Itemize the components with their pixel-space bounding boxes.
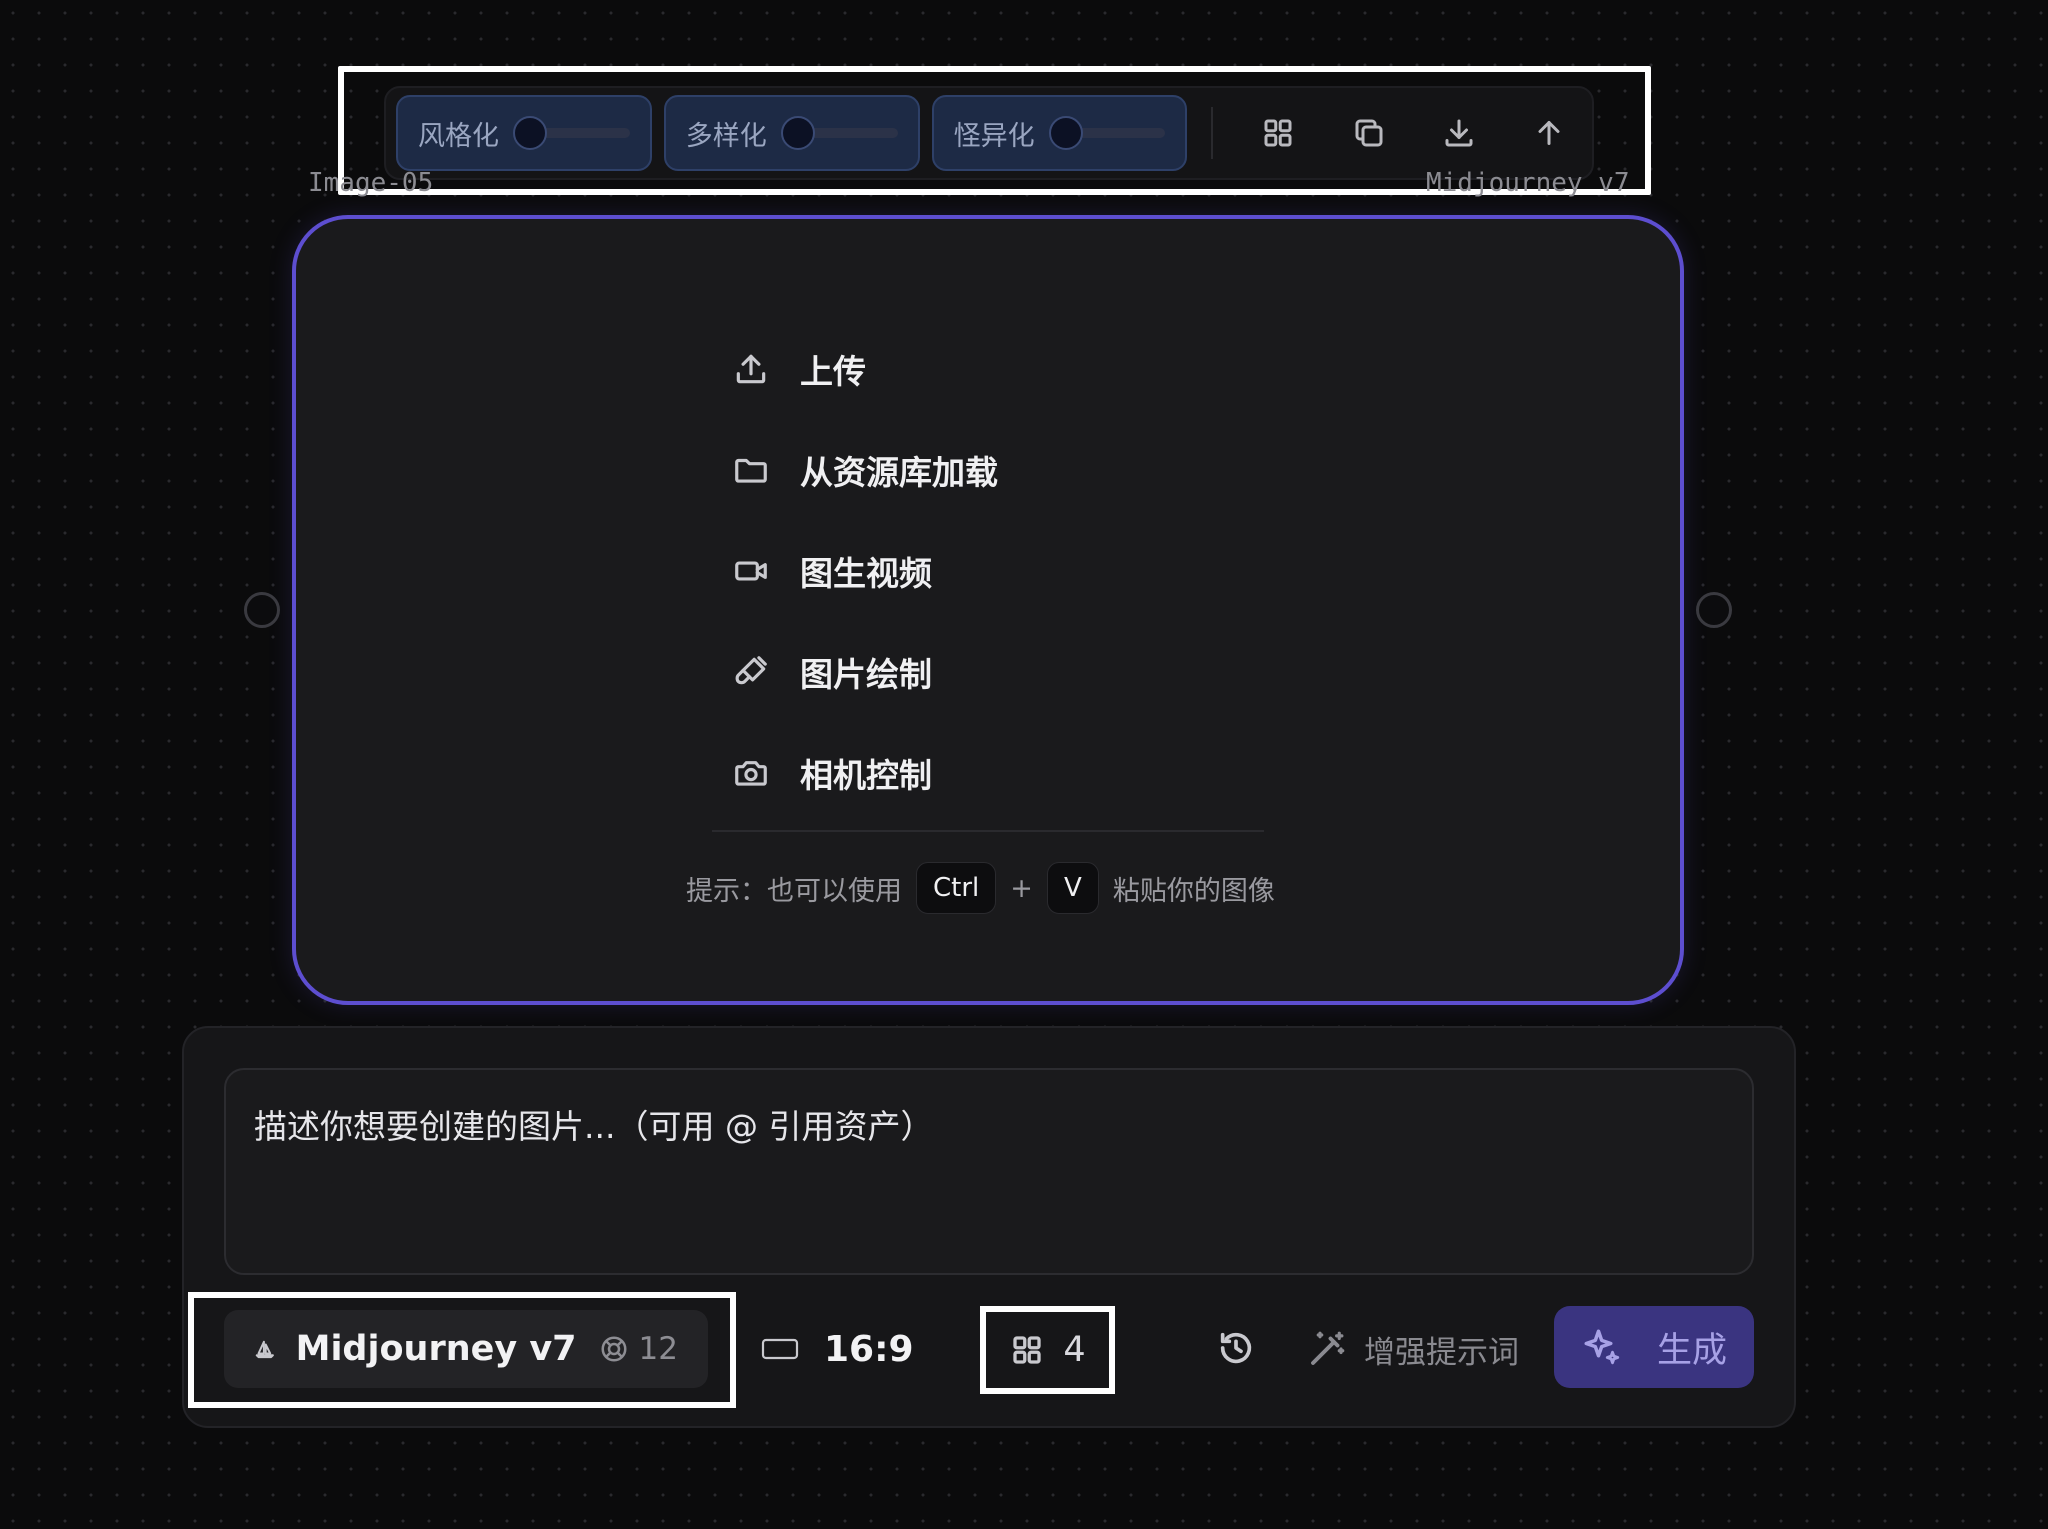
aspect-ratio-value: 16:9 <box>824 1328 914 1370</box>
output-handle[interactable] <box>1696 592 1732 628</box>
menu-item-camera-control[interactable]: 相机控制 <box>732 722 1312 823</box>
input-handle[interactable] <box>244 592 280 628</box>
node-action-menu: 上传 从资源库加载 图生视频 图片绘制 相机控制 <box>732 318 1312 823</box>
sparkle-icon <box>1584 1329 1620 1365</box>
menu-item-label: 相机控制 <box>800 755 932 795</box>
history-button[interactable] <box>1206 1318 1266 1378</box>
prompt-input[interactable] <box>224 1068 1754 1275</box>
upload-icon <box>736 354 766 383</box>
node-model-label: Midjourney v7 <box>1426 168 1630 198</box>
generate-button[interactable]: 生成 <box>1554 1306 1754 1388</box>
menu-item-label: 图片绘制 <box>800 654 932 694</box>
menu-item-label: 从资源库加载 <box>800 452 998 492</box>
menu-divider <box>712 830 1264 832</box>
brush-icon <box>735 655 767 684</box>
menu-item-image-to-video[interactable]: 图生视频 <box>732 520 1312 621</box>
menu-item-load-library[interactable]: 从资源库加载 <box>732 419 1312 520</box>
camera-icon <box>735 760 767 786</box>
video-camera-icon <box>735 561 767 580</box>
node-title: Image-05 <box>308 168 434 198</box>
v-key: V <box>1046 862 1099 914</box>
aspect-ratio-icon <box>761 1338 799 1360</box>
count-highlight-frame <box>980 1306 1115 1394</box>
paste-hint: 提示：也可以使用 Ctrl + V 粘贴你的图像 <box>686 862 1275 914</box>
ctrl-key: Ctrl <box>916 862 997 914</box>
hint-suffix: 粘贴你的图像 <box>1112 875 1275 907</box>
hint-plus: + <box>1010 872 1033 904</box>
history-icon <box>1220 1332 1252 1364</box>
menu-item-label: 上传 <box>800 351 866 391</box>
aspect-ratio-selector[interactable]: 16:9 <box>760 1310 914 1388</box>
generate-label: 生成 <box>1656 1330 1727 1371</box>
model-highlight-frame <box>188 1292 736 1408</box>
enhance-label: 增强提示词 <box>1364 1334 1519 1371</box>
menu-item-upload[interactable]: 上传 <box>732 318 1312 419</box>
enhance-prompt-button[interactable]: 增强提示词 <box>1306 1310 1519 1388</box>
menu-item-image-paint[interactable]: 图片绘制 <box>732 621 1312 722</box>
folder-icon <box>735 458 767 483</box>
magic-wand-icon <box>1311 1331 1345 1365</box>
hint-prefix: 提示：也可以使用 <box>686 875 902 907</box>
menu-item-label: 图生视频 <box>800 553 932 593</box>
